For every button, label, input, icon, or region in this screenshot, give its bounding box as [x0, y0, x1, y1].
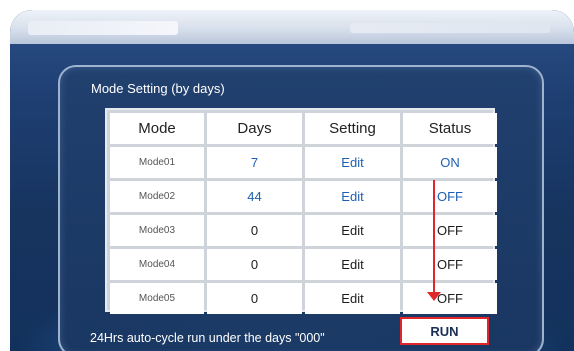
mode05-days[interactable]: 0: [207, 283, 302, 314]
mode03-days[interactable]: 0: [207, 215, 302, 246]
mode03-name: Mode03: [110, 215, 204, 246]
mode01-edit-button[interactable]: Edit: [305, 147, 400, 178]
mode04-status-toggle[interactable]: OFF: [403, 249, 497, 280]
mode04-edit-button[interactable]: Edit: [305, 249, 400, 280]
mode02-name: Mode02: [110, 181, 204, 212]
mode05-edit-button[interactable]: Edit: [305, 283, 400, 314]
mode02-edit-button[interactable]: Edit: [305, 181, 400, 212]
mode05-name: Mode05: [110, 283, 204, 314]
auto-cycle-note: 24Hrs auto-cycle run under the days "000…: [90, 331, 325, 345]
top-bar: [10, 10, 574, 44]
panel-title: Mode Setting (by days): [91, 81, 225, 96]
header-status: Status: [403, 113, 497, 144]
mode02-status-toggle[interactable]: OFF: [403, 181, 497, 212]
mode04-days[interactable]: 0: [207, 249, 302, 280]
mode03-status-toggle[interactable]: OFF: [403, 215, 497, 246]
run-button[interactable]: RUN: [400, 317, 489, 345]
top-bar-right-segment: [350, 23, 550, 33]
header-days: Days: [207, 113, 302, 144]
annotation-arrow-head-icon: [427, 292, 441, 301]
app-screen: Mode Setting (by days) Mode Days Setting…: [10, 10, 574, 351]
header-setting: Setting: [305, 113, 400, 144]
mode05-status-toggle[interactable]: OFF: [403, 283, 497, 314]
header-mode: Mode: [110, 113, 204, 144]
top-bar-left-segment: [28, 21, 178, 35]
mode-table: Mode Days Setting Status Mode01 7 Edit O…: [105, 108, 497, 314]
mode02-days[interactable]: 44: [207, 181, 302, 212]
mode-setting-panel: Mode Setting (by days) Mode Days Setting…: [58, 65, 544, 351]
annotation-arrow-line: [433, 180, 435, 294]
mode01-days[interactable]: 7: [207, 147, 302, 178]
mode03-edit-button[interactable]: Edit: [305, 215, 400, 246]
mode01-status-toggle[interactable]: ON: [403, 147, 497, 178]
mode04-name: Mode04: [110, 249, 204, 280]
mode01-name: Mode01: [110, 147, 204, 178]
